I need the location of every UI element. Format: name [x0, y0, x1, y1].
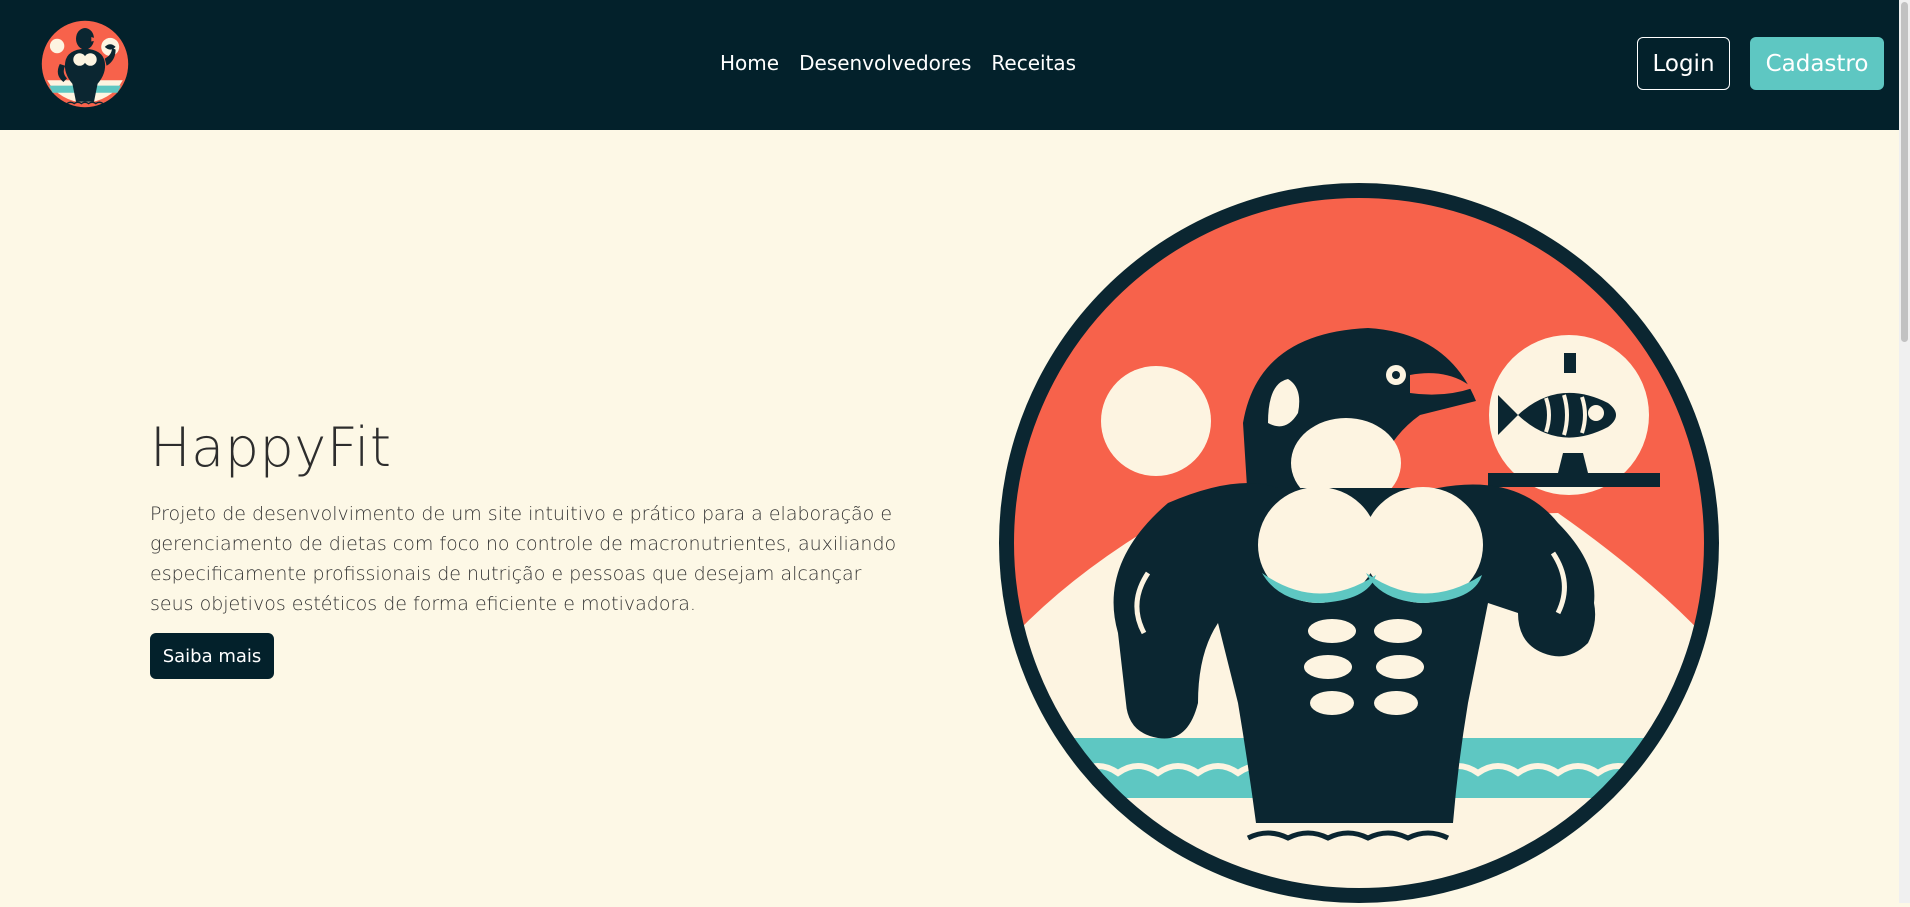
scrollbar-thumb[interactable] [1901, 2, 1908, 342]
learn-more-button[interactable]: Saiba mais [150, 633, 274, 679]
hero-illustration [998, 183, 1720, 903]
muscular-penguin-illustration [999, 183, 1719, 903]
hero-description: Projeto de desenvolvimento de um site in… [150, 503, 897, 615]
nav-link-home[interactable]: Home [720, 47, 779, 79]
navbar: Home Desenvolvedores Receitas Login Cada… [0, 0, 1899, 130]
penguin-logo-icon [41, 20, 129, 108]
nav-link-desenvolvedores[interactable]: Desenvolvedores [799, 47, 971, 79]
hero-title: HappyFit [150, 416, 392, 479]
login-button[interactable]: Login [1637, 37, 1730, 90]
brand-logo[interactable] [40, 19, 130, 109]
main-nav: Home Desenvolvedores Receitas [720, 47, 1076, 79]
signup-button[interactable]: Cadastro [1750, 37, 1884, 90]
page-scrollbar[interactable] [1899, 0, 1910, 903]
hero-text-block: HappyFit Projeto de desenvolvimento de u… [150, 415, 900, 679]
nav-link-receitas[interactable]: Receitas [991, 47, 1076, 79]
